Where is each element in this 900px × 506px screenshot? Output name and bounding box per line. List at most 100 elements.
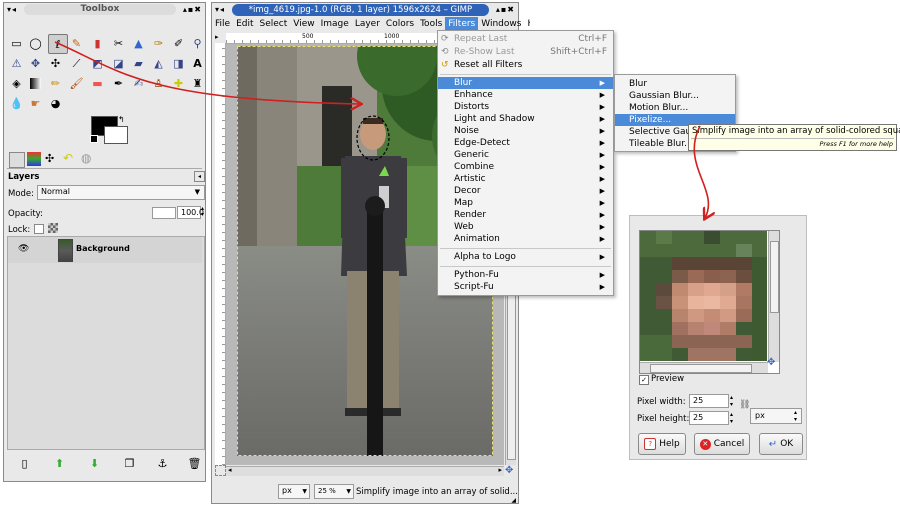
color-select-icon[interactable]: ▮ — [90, 36, 105, 51]
menu-view[interactable]: View — [290, 17, 317, 32]
measure-icon[interactable]: ⚠ — [9, 56, 24, 71]
menu-item-generic[interactable]: Generic ▶ — [438, 149, 613, 161]
lower-layer-icon[interactable]: ⬇ — [87, 456, 102, 471]
ok-button[interactable]: ↵ OK — [759, 433, 803, 455]
ruler-corner-icon[interactable]: ▸ — [215, 33, 225, 43]
preview-vscroll[interactable] — [768, 231, 779, 362]
menu-item-python-fu[interactable]: Python-Fu ▶ — [438, 269, 613, 281]
lock-alpha-icon[interactable] — [48, 223, 58, 233]
blur-sharpen-icon[interactable]: 💧 — [9, 96, 24, 111]
clone-icon[interactable]: ♙ — [151, 76, 166, 91]
menu-item-repeat-last[interactable]: ⟳ Repeat Last Ctrl+F — [438, 33, 613, 45]
perspective-clone-icon[interactable]: ♜ — [190, 76, 205, 91]
text-icon[interactable]: A — [190, 56, 205, 71]
zoom-icon[interactable]: ⚲ — [190, 36, 205, 51]
resize-grip-icon[interactable]: ◢ — [511, 497, 516, 504]
menu-item-gaussian-blur[interactable]: Gaussian Blur... — [615, 90, 735, 102]
swap-colors-icon[interactable]: ↰ — [118, 115, 125, 124]
menu-item-animation[interactable]: Animation ▶ — [438, 233, 613, 245]
ellipse-select-icon[interactable]: ◯ — [28, 36, 43, 51]
eraser-icon[interactable]: ▬ — [90, 76, 105, 91]
color-picker-icon[interactable]: ✐ — [171, 36, 186, 51]
menu-item-script-fu[interactable]: Script-Fu ▶ — [438, 281, 613, 293]
quick-mask-icon[interactable] — [215, 465, 226, 476]
pixel-height-spin-icon[interactable]: ▴ ▾ — [730, 411, 733, 425]
toolbox-titlebar[interactable]: ▾◂ Toolbox ▴▪✖ — [4, 3, 205, 16]
panel-menu-icon[interactable]: ◂ — [194, 171, 205, 182]
menu-item-distorts[interactable]: Distorts ▶ — [438, 101, 613, 113]
smudge-icon[interactable]: ☛ — [28, 96, 43, 111]
free-select-icon[interactable]: ℓ — [48, 34, 68, 54]
scissors-icon[interactable]: ✂ — [111, 36, 126, 51]
menu-item-motion-blur[interactable]: Motion Blur... — [615, 102, 735, 114]
heal-icon[interactable]: ✚ — [171, 76, 186, 91]
mode-select[interactable]: Normal ▼ — [37, 185, 205, 200]
menu-item-blur-plain[interactable]: Blur — [615, 78, 735, 90]
menu-item-reshow-last[interactable]: ⟲ Re-Show Last Shift+Ctrl+F — [438, 46, 613, 58]
airbrush-icon[interactable]: ✒ — [111, 76, 126, 91]
help-button[interactable]: ? Help — [638, 433, 686, 455]
preview-navigate-icon[interactable]: ✥ — [767, 357, 775, 368]
menu-colors[interactable]: Colors — [383, 17, 417, 32]
anchor-layer-icon[interactable]: ⚓ — [155, 456, 170, 471]
preview-checkbox[interactable]: ✓ — [639, 375, 649, 385]
opacity-slider[interactable] — [152, 207, 176, 219]
paths-tab-icon[interactable]: ✣ — [45, 152, 54, 165]
menu-item-combine[interactable]: Combine ▶ — [438, 161, 613, 173]
window-menu-icon[interactable]: ▾◂ — [4, 5, 20, 14]
flip-icon[interactable]: ◨ — [171, 56, 186, 71]
dodge-burn-icon[interactable]: ◕ — [48, 96, 63, 111]
menu-select[interactable]: Select — [257, 17, 291, 32]
lock-pixels-checkbox[interactable] — [34, 224, 44, 234]
paths-icon[interactable]: ✑ — [151, 36, 166, 51]
menu-item-render[interactable]: Render ▶ — [438, 209, 613, 221]
default-colors-icon[interactable] — [90, 135, 98, 143]
preview-hscroll-thumb[interactable] — [650, 364, 752, 373]
pixel-width-spin-icon[interactable]: ▴ ▾ — [730, 394, 733, 408]
menu-item-reset-filters[interactable]: ↺ Reset all Filters — [438, 59, 613, 71]
unit-combo[interactable]: px ▴ ▾ — [750, 408, 802, 424]
foreground-select-icon[interactable]: ▲ — [131, 36, 146, 51]
zoom-select[interactable]: 25 % ▼ — [314, 484, 354, 499]
preview-vscroll-thumb[interactable] — [770, 241, 779, 313]
unit-select[interactable]: px ▼ — [278, 484, 310, 499]
background-color-swatch[interactable] — [104, 126, 128, 144]
menu-item-light-and-shadow[interactable]: Light and Shadow ▶ — [438, 113, 613, 125]
raise-layer-icon[interactable]: ⬆ — [52, 456, 67, 471]
chain-link-icon[interactable]: ⛓ — [739, 400, 750, 410]
delete-layer-icon[interactable]: 🗑 — [187, 456, 202, 471]
blend-icon[interactable] — [30, 78, 41, 89]
menu-item-map[interactable]: Map ▶ — [438, 197, 613, 209]
menu-edit[interactable]: Edit — [233, 17, 256, 32]
layer-row[interactable]: 👁 Background — [8, 237, 202, 263]
menu-item-decor[interactable]: Decor ▶ — [438, 185, 613, 197]
pixel-height-input[interactable]: 25 — [689, 411, 729, 425]
crop-icon[interactable]: ⟋ — [69, 56, 84, 71]
bucket-fill-icon[interactable]: ◈ — [9, 76, 24, 91]
new-layer-icon[interactable]: ▯ — [17, 456, 32, 471]
menu-layer[interactable]: Layer — [352, 17, 383, 32]
menu-item-edge-detect[interactable]: Edge-Detect ▶ — [438, 137, 613, 149]
image-window-controls-icon[interactable]: ▴▪✖ — [493, 5, 518, 14]
vertical-ruler[interactable] — [215, 43, 226, 465]
navigate-icon[interactable]: ✥ — [505, 465, 513, 476]
undo-tab-icon[interactable]: ↶ — [63, 151, 73, 165]
window-controls-icon[interactable]: ▴▪✖ — [180, 5, 205, 14]
layers-tab-icon[interactable] — [9, 152, 25, 168]
brushes-tab-icon[interactable]: ◍ — [81, 151, 91, 165]
menu-item-web[interactable]: Web ▶ — [438, 221, 613, 233]
horizontal-scrollbar[interactable]: ◂ ▸ — [226, 466, 504, 476]
image-titlebar[interactable]: ▾◂ *img_4619.jpg-1.0 (RGB, 1 layer) 1596… — [212, 3, 518, 16]
opacity-spin-icon[interactable]: ▴ ▾ — [201, 206, 204, 218]
scroll-left-icon[interactable]: ◂ — [228, 466, 232, 474]
menu-item-blur[interactable]: Blur ▶ — [438, 77, 613, 89]
pencil-icon[interactable]: ✏ — [48, 76, 63, 91]
scroll-right-icon[interactable]: ▸ — [498, 466, 502, 474]
align-icon[interactable]: ✣ — [48, 56, 63, 71]
channels-tab-icon[interactable] — [27, 152, 41, 166]
preview-hscroll[interactable] — [640, 362, 768, 373]
menu-item-enhance[interactable]: Enhance ▶ — [438, 89, 613, 101]
paintbrush-icon[interactable]: 🖌 — [69, 76, 84, 91]
menu-item-alpha-to-logo[interactable]: Alpha to Logo ▶ — [438, 251, 613, 263]
menu-image[interactable]: Image — [318, 17, 352, 32]
